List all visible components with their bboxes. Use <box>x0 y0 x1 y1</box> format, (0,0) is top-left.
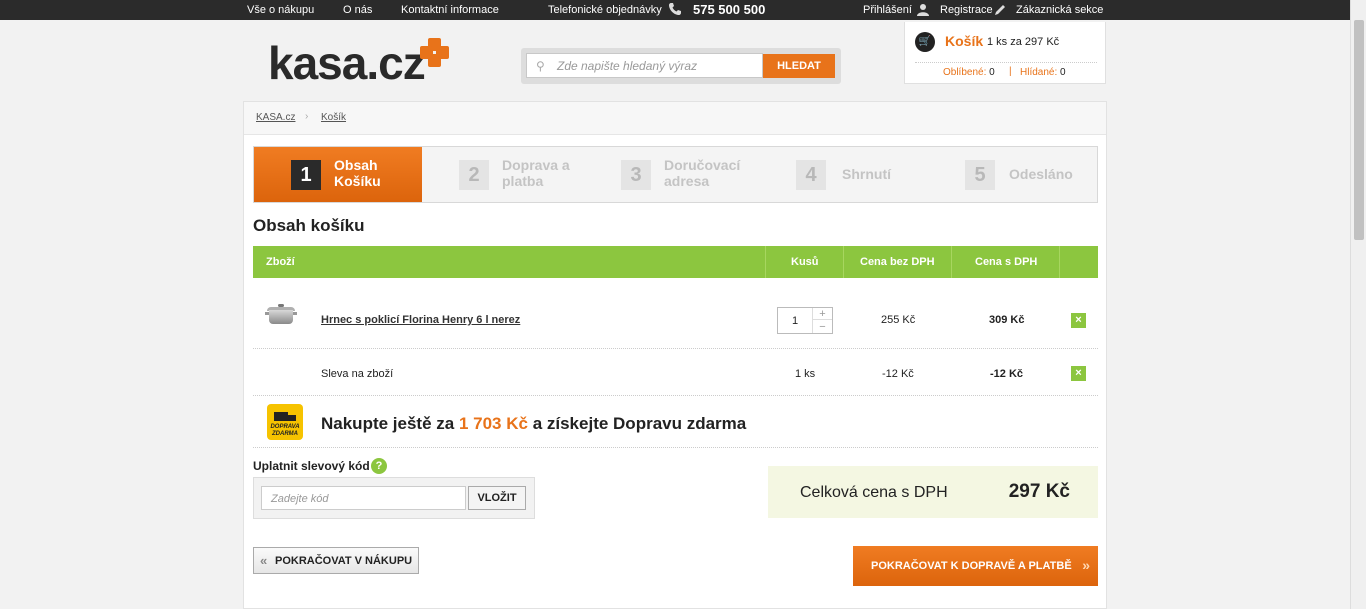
quantity-minus-button[interactable]: − <box>813 321 832 333</box>
logo-text[interactable]: kasa.cz <box>268 38 426 88</box>
total-price-box: Celková cena s DPH 297 Kč <box>768 466 1098 518</box>
user-icon <box>917 3 929 19</box>
cart-icon: 🛒 <box>915 32 935 52</box>
total-value: 297 Kč <box>1008 481 1070 502</box>
product-price-gross: 309 Kč <box>989 314 1025 326</box>
table-row: Hrnec s poklicí Florina Henry 6 l nerez … <box>253 278 1098 349</box>
remove-item-button[interactable]: × <box>1071 313 1086 328</box>
col-header-price-gross: Cena s DPH <box>975 256 1038 268</box>
step-delivery-address[interactable]: 3 Doručovací adresa <box>590 147 758 202</box>
search-placeholder: Zde napište hledaný výraz <box>557 59 698 73</box>
table-row: Sleva na zboží 1 ks -12 Kč -12 Kč × <box>253 349 1098 396</box>
breadcrumb: KASA.cz › Košík <box>244 102 1106 135</box>
voucher-form: Zadejte kód VLOŽIT <box>253 477 535 519</box>
step-summary[interactable]: 4 Shrnutí <box>758 147 926 202</box>
discount-price-net: -12 Kč <box>882 368 914 380</box>
col-header-qty: Kusů <box>791 256 819 268</box>
register-link[interactable]: Registrace <box>940 4 993 16</box>
step-sent[interactable]: 5 Odesláno <box>926 147 1097 202</box>
product-price-net: 255 Kč <box>881 314 916 326</box>
nav-link-about-shopping[interactable]: Vše o nákupu <box>247 4 314 16</box>
step-cart-contents[interactable]: 1 Obsah Košíku <box>254 147 422 202</box>
double-chevron-right-icon: » <box>1082 557 1090 573</box>
free-shipping-banner: DOPRAVA ZDARMA Nakupte ještě za 1 703 Kč … <box>253 396 1098 448</box>
discount-qty: 1 ks <box>795 368 816 380</box>
page-title: Obsah košíku <box>253 216 365 235</box>
product-name-link[interactable]: Hrnec s poklicí Florina Henry 6 l nerez <box>321 314 520 326</box>
watched-link[interactable]: Hlídané: 0 <box>1020 67 1066 78</box>
phone-number: 575 500 500 <box>693 2 766 17</box>
checkout-steps: 1 Obsah Košíku 2 Doprava a platba 3 Doručo… <box>253 146 1098 203</box>
search-bar: ⚲ Zde napište hledaný výraz HLEDAT <box>521 48 841 84</box>
help-icon[interactable]: ? <box>371 458 387 474</box>
breadcrumb-home[interactable]: KASA.cz <box>256 112 295 123</box>
nav-link-contact[interactable]: Kontaktní informace <box>401 4 499 16</box>
cart-title[interactable]: Košík <box>945 33 983 49</box>
quantity-stepper[interactable]: 1 + − <box>777 307 833 334</box>
pencil-icon <box>994 3 1007 19</box>
free-shipping-text: Nakupte ještě za 1 703 Kč a získejte Dop… <box>321 414 747 433</box>
phone-label: Telefonické objednávky <box>548 4 662 16</box>
logo-icon <box>420 38 450 68</box>
voucher-label: Uplatnit slevový kód <box>253 459 370 473</box>
cart-summary: 1 ks za 297 Kč <box>987 36 1060 48</box>
quantity-value[interactable]: 1 <box>792 315 798 327</box>
login-link[interactable]: Přihlášení <box>863 4 912 16</box>
breadcrumb-cart[interactable]: Košík <box>321 112 346 123</box>
nav-link-about-us[interactable]: O nás <box>343 4 372 16</box>
continue-to-shipping-button[interactable]: POKRAČOVAT K DOPRAVĚ A PLATBĚ » <box>853 546 1098 586</box>
double-chevron-left-icon: « <box>260 553 268 568</box>
top-bar: Vše o nákupu O nás Kontaktní informace T… <box>0 0 1350 20</box>
quantity-plus-button[interactable]: + <box>813 308 832 320</box>
search-icon: ⚲ <box>536 59 545 73</box>
search-button[interactable]: HLEDAT <box>763 54 835 78</box>
voucher-input[interactable]: Zadejte kód <box>261 486 466 510</box>
truck-icon: DOPRAVA ZDARMA <box>267 404 303 440</box>
favorites-link[interactable]: Oblíbené: 0 <box>943 67 995 78</box>
phone-icon <box>668 2 682 19</box>
cart-panel: KASA.cz › Košík 1 Obsah Košíku 2 Doprava … <box>243 101 1107 609</box>
mini-cart[interactable]: 🛒 Košík 1 ks za 297 Kč Oblíbené: 0 | Hlí… <box>904 22 1106 84</box>
page-scrollbar[interactable] <box>1350 0 1366 609</box>
col-header-price-net: Cena bez DPH <box>860 256 935 268</box>
voucher-submit-button[interactable]: VLOŽIT <box>468 486 526 510</box>
step-shipping-payment[interactable]: 2 Doprava a platba <box>422 147 590 202</box>
total-label: Celková cena s DPH <box>800 484 948 501</box>
continue-shopping-button[interactable]: « POKRAČOVAT V NÁKUPU <box>253 547 419 574</box>
discount-name: Sleva na zboží <box>321 368 394 380</box>
discount-price-gross: -12 Kč <box>990 368 1024 380</box>
search-input[interactable]: ⚲ Zde napište hledaný výraz <box>526 53 763 78</box>
product-thumbnail[interactable] <box>265 304 297 326</box>
customer-section-link[interactable]: Zákaznická sekce <box>1016 4 1103 16</box>
remove-discount-button[interactable]: × <box>1071 366 1086 381</box>
cart-table-header: Zboží Kusů Cena bez DPH Cena s DPH <box>253 246 1098 278</box>
col-header-product: Zboží <box>266 256 295 268</box>
